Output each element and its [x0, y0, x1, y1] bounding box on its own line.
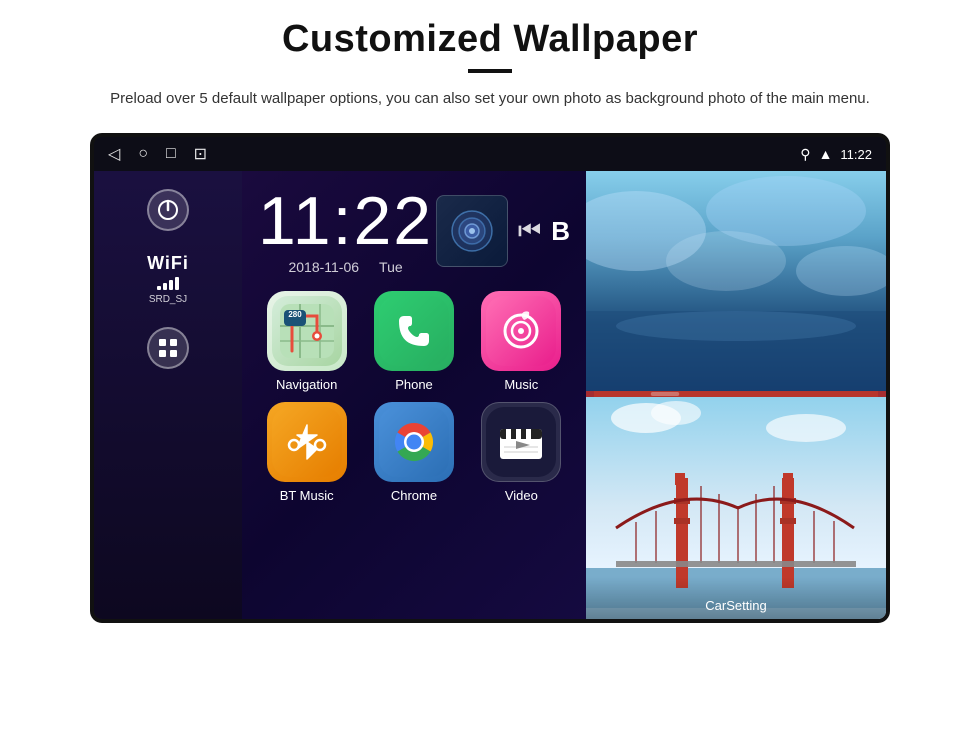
- title-divider: [468, 69, 512, 73]
- chrome-icon: [374, 402, 454, 482]
- navigation-label: Navigation: [276, 377, 337, 392]
- right-panel: CarSetting: [586, 171, 886, 619]
- wallpaper-top: [586, 171, 886, 391]
- status-time: 11:22: [840, 147, 872, 162]
- clock-date-value: 2018-11-06: [288, 259, 359, 275]
- app-item-phone[interactable]: Phone: [365, 291, 462, 392]
- page-subtitle: Preload over 5 default wallpaper options…: [110, 87, 870, 111]
- wifi-bars: [157, 276, 179, 290]
- video-label: Video: [505, 488, 538, 503]
- recents-icon[interactable]: □: [166, 145, 176, 163]
- video-icon: [481, 402, 561, 482]
- wifi-status-icon: ▲: [819, 146, 833, 162]
- clock-area: 11:22 2018-11-06 Tue: [258, 179, 570, 275]
- screenshot-icon[interactable]: ⊡: [194, 144, 207, 164]
- btmusic-icon: [267, 402, 347, 482]
- app-grid: 280 Navigation: [258, 291, 570, 503]
- wifi-widget: WiFi SRD_SJ: [147, 253, 189, 305]
- location-icon: ⚲: [800, 146, 810, 163]
- chrome-label: Chrome: [391, 488, 437, 503]
- wifi-bar-3: [169, 280, 173, 290]
- home-icon[interactable]: ○: [138, 145, 148, 163]
- main-content: WiFi SRD_SJ: [94, 171, 886, 619]
- carsetting-label: CarSetting: [705, 598, 766, 613]
- page-title: Customized Wallpaper: [282, 18, 698, 61]
- app-item-music[interactable]: Music: [473, 291, 570, 392]
- center-area: 11:22 2018-11-06 Tue: [242, 171, 586, 619]
- phone-label: Phone: [395, 377, 433, 392]
- media-prev-icon[interactable]: ⏮: [518, 215, 541, 247]
- wifi-ssid: SRD_SJ: [149, 294, 187, 305]
- clock-date: 2018-11-06 Tue: [288, 259, 402, 275]
- svg-text:280: 280: [288, 310, 302, 319]
- clock-time: 11:22: [258, 187, 433, 255]
- media-b-text: B: [551, 216, 570, 247]
- wifi-bar-1: [157, 286, 161, 290]
- app-item-navigation[interactable]: 280 Navigation: [258, 291, 355, 392]
- app-item-chrome[interactable]: Chrome: [365, 402, 462, 503]
- music-label: Music: [504, 377, 538, 392]
- btmusic-label: BT Music: [280, 488, 334, 503]
- apps-button[interactable]: [147, 327, 189, 369]
- media-section: ⏮ B: [436, 195, 570, 267]
- status-bar: ◁ ○ □ ⊡ ⚲ ▲ 11:22: [94, 137, 886, 171]
- wallpaper-bottom: CarSetting: [586, 397, 886, 619]
- nav-icons: ◁ ○ □ ⊡: [108, 144, 207, 164]
- clock-day-value: Tue: [379, 259, 403, 275]
- navigation-icon: 280: [267, 291, 347, 371]
- status-right: ⚲ ▲ 11:22: [800, 146, 872, 163]
- wifi-label: WiFi: [147, 253, 189, 274]
- clock-section: 11:22 2018-11-06 Tue: [258, 187, 433, 275]
- wifi-bar-4: [175, 277, 179, 290]
- back-icon[interactable]: ◁: [108, 144, 120, 164]
- music-icon: [481, 291, 561, 371]
- device-frame: ◁ ○ □ ⊡ ⚲ ▲ 11:22: [90, 133, 890, 623]
- wifi-bar-2: [163, 283, 167, 290]
- media-icon-box: [436, 195, 508, 267]
- power-button[interactable]: [147, 189, 189, 231]
- app-item-btmusic[interactable]: BT Music: [258, 402, 355, 503]
- app-item-video[interactable]: Video: [473, 402, 570, 503]
- phone-icon: [374, 291, 454, 371]
- carsetting-area: CarSetting: [586, 577, 886, 619]
- sidebar: WiFi SRD_SJ: [94, 171, 242, 619]
